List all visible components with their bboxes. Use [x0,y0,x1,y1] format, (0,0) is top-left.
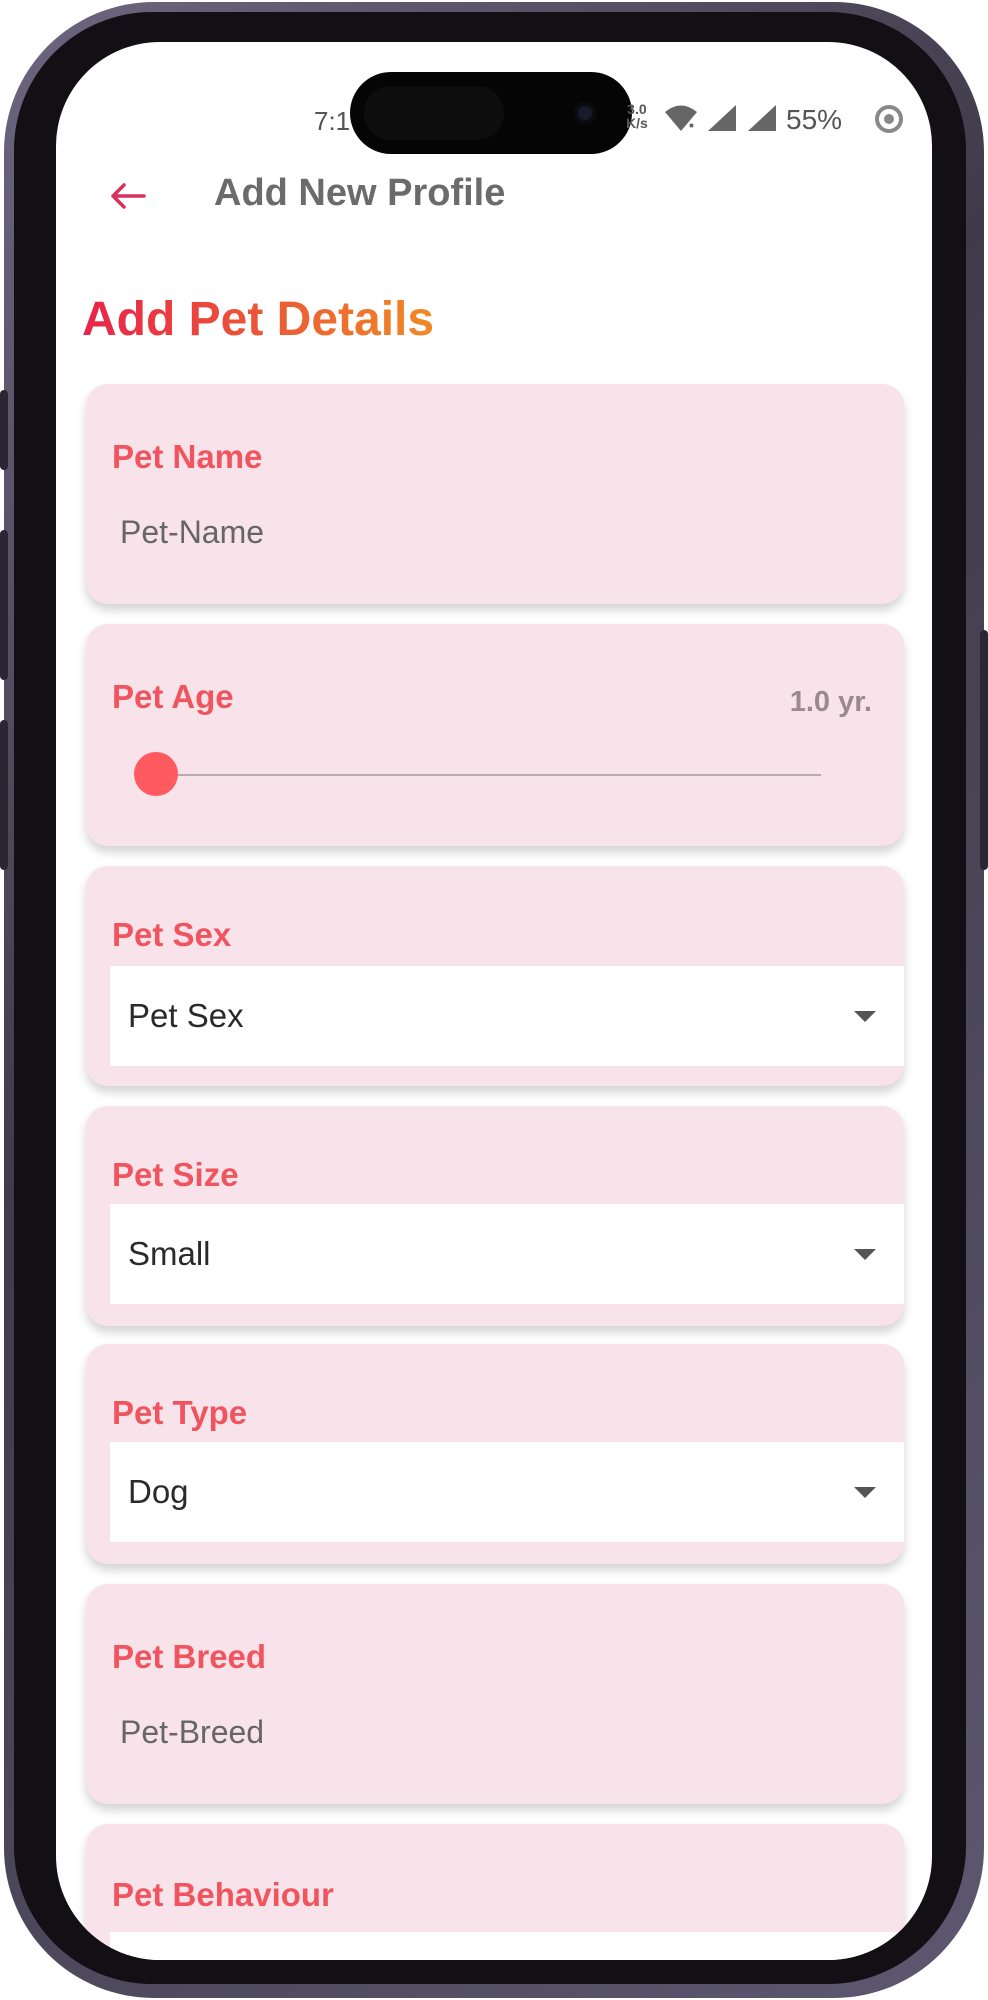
island-sensor [364,86,504,140]
pet-size-label: Pet Size [112,1156,239,1193]
pet-size-dropdown[interactable]: Small [110,1204,904,1304]
dynamic-island [350,72,632,154]
back-button[interactable] [96,164,160,228]
pet-age-value: 1.0 yr. [789,686,872,718]
pet-type-selected: Dog [128,1473,189,1510]
pet-sex-card: Pet Sex Pet Sex [86,866,904,1086]
pet-behaviour-card: Pet Behaviour [86,1824,904,1960]
dropdown-arrow-icon [854,1010,876,1022]
pet-name-input[interactable]: Pet-Name [120,514,860,558]
network-speed-unit: K/s [626,115,648,131]
wifi-icon [665,105,697,131]
pet-breed-card: Pet Breed Pet-Breed [86,1584,904,1804]
status-icons [664,96,778,140]
network-speed: 3.0 K/s [626,102,648,130]
battery-percentage: 55% [786,104,843,135]
battery-icon [875,105,903,133]
pet-sex-dropdown[interactable]: Pet Sex [110,966,904,1066]
page-title: Add Pet Details [82,293,435,346]
app-screen: 7:1 3.0 K/s 55% Add New Profile Add Pet … [56,42,932,1960]
header-title: Add New Profile [214,172,506,214]
network-speed-value: 3.0 [627,101,647,117]
pet-age-slider-thumb[interactable] [134,752,178,796]
pet-breed-label: Pet Breed [112,1638,267,1675]
volume-up-button [0,530,8,680]
pet-size-selected: Small [128,1235,211,1272]
pet-sex-label: Pet Sex [112,916,232,953]
pet-breed-input[interactable]: Pet-Breed [120,1714,860,1758]
dropdown-arrow-icon [854,1486,876,1498]
pet-age-label: Pet Age [112,678,234,715]
pet-name-label: Pet Name [112,438,263,475]
front-camera-icon [574,102,596,124]
signal-icon [708,105,736,131]
volume-down-button [0,720,8,870]
pet-sex-selected: Pet Sex [128,997,244,1034]
arrow-left-icon [111,183,146,209]
status-time: 7:1 [314,106,351,136]
dropdown-arrow-icon [854,1248,876,1260]
pet-age-slider[interactable] [134,752,821,796]
pet-type-label: Pet Type [112,1394,248,1431]
signal-icon-2 [748,105,776,131]
pet-size-card: Pet Size Small [86,1106,904,1326]
pet-type-dropdown[interactable]: Dog [110,1442,904,1542]
pet-age-card: Pet Age 1.0 yr. [86,624,904,846]
pet-behaviour-input[interactable] [110,1932,904,1960]
pet-type-card: Pet Type Dog [86,1344,904,1564]
mute-switch [0,390,8,470]
pet-name-card: Pet Name Pet-Name [86,384,904,604]
pet-behaviour-label: Pet Behaviour [112,1876,334,1913]
power-button [980,630,988,870]
